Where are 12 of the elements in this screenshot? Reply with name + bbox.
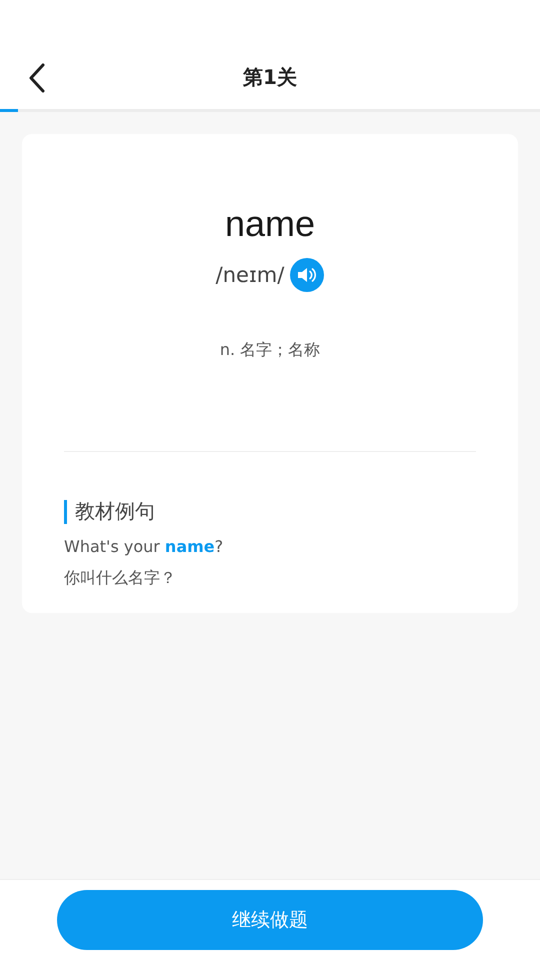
speaker-icon — [297, 267, 318, 283]
example-sentence: What's your name? — [64, 537, 224, 556]
phonetic-text: /neɪm/ — [216, 263, 284, 287]
section-heading: 教材例句 — [75, 498, 155, 525]
example-sentence: 你叫什么名字？ — [64, 568, 177, 589]
continue-button[interactable]: 继续做题 — [57, 890, 483, 950]
definition-text: n. 名字；名称 — [220, 340, 320, 361]
speaker-button[interactable] — [290, 258, 324, 292]
word-text: name — [224, 204, 316, 244]
page-title: 第1关 — [243, 64, 297, 90]
heading-accent-bar — [64, 500, 67, 524]
back-icon — [28, 63, 46, 93]
